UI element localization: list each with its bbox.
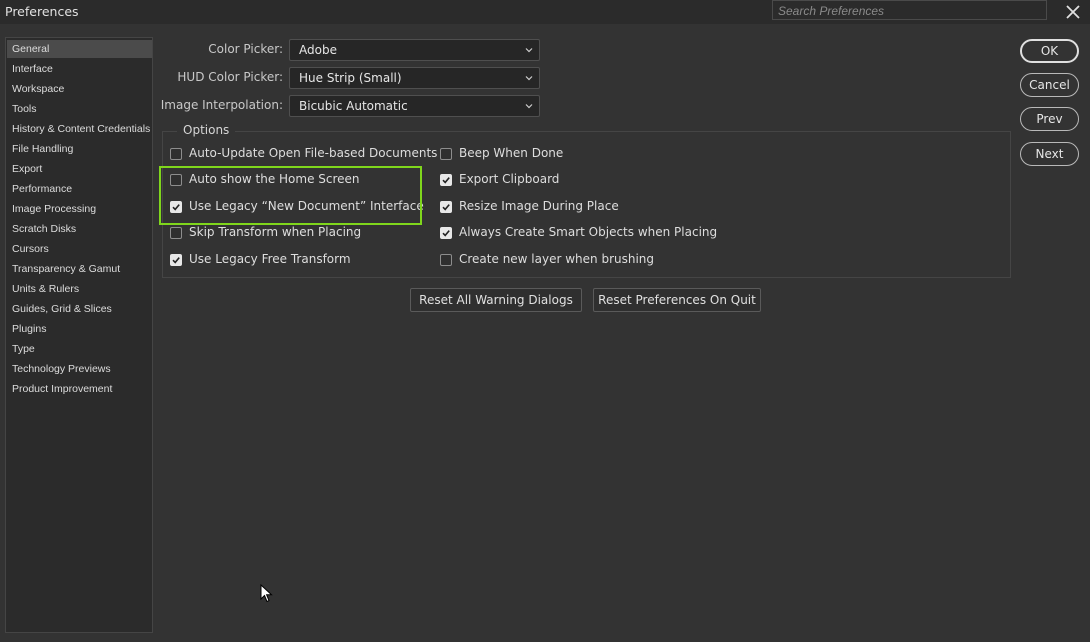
sidebar-item-tools[interactable]: Tools	[7, 100, 152, 118]
sidebar-item-transparency[interactable]: Transparency & Gamut	[7, 260, 152, 278]
color-picker-label: Color Picker:	[208, 42, 283, 56]
sidebar-item-export[interactable]: Export	[7, 160, 152, 178]
mouse-cursor-icon	[260, 584, 273, 603]
beep-when-done-checkbox[interactable]	[440, 148, 452, 160]
resize-image-label: Resize Image During Place	[459, 199, 619, 213]
window-title: Preferences	[5, 4, 79, 19]
new-layer-brushing-checkbox[interactable]	[440, 254, 452, 266]
close-icon[interactable]	[1064, 3, 1082, 21]
chevron-down-icon	[525, 48, 533, 53]
resize-image-checkbox[interactable]	[440, 201, 452, 213]
reset-warning-dialogs-button[interactable]: Reset All Warning Dialogs	[410, 288, 582, 312]
image-interpolation-select[interactable]: Bicubic Automatic	[289, 95, 540, 117]
export-clipboard-checkbox[interactable]	[440, 174, 452, 186]
color-picker-select[interactable]: Adobe	[289, 39, 540, 61]
reset-preferences-button[interactable]: Reset Preferences On Quit	[593, 288, 761, 312]
chevron-down-icon	[525, 76, 533, 81]
ok-button[interactable]: OK	[1020, 39, 1079, 63]
sidebar-item-workspace[interactable]: Workspace	[7, 80, 152, 98]
legacy-free-transform-checkbox[interactable]	[170, 254, 182, 266]
sidebar-item-performance[interactable]: Performance	[7, 180, 152, 198]
sidebar-item-interface[interactable]: Interface	[7, 60, 152, 78]
highlight-box	[159, 166, 422, 225]
sidebar-item-units-rulers[interactable]: Units & Rulers	[7, 280, 152, 298]
image-interpolation-value: Bicubic Automatic	[299, 99, 408, 113]
skip-transform-checkbox[interactable]	[170, 227, 182, 239]
beep-when-done-label: Beep When Done	[459, 146, 564, 160]
sidebar-item-type[interactable]: Type	[7, 340, 152, 358]
sidebar: General Interface Workspace Tools Histor…	[5, 37, 153, 633]
legacy-free-transform-label: Use Legacy Free Transform	[189, 252, 351, 266]
auto-update-label: Auto-Update Open File-based Documents	[189, 146, 438, 160]
smart-objects-checkbox[interactable]	[440, 227, 452, 239]
chevron-down-icon	[525, 104, 533, 109]
checkmark-icon	[172, 257, 180, 264]
color-picker-value: Adobe	[299, 43, 337, 57]
new-layer-brushing-label: Create new layer when brushing	[459, 252, 655, 266]
cancel-button[interactable]: Cancel	[1020, 73, 1079, 97]
auto-update-checkbox[interactable]	[170, 148, 182, 160]
checkmark-icon	[442, 177, 450, 184]
hud-color-picker-select[interactable]: Hue Strip (Small)	[289, 67, 540, 89]
sidebar-item-scratch-disks[interactable]: Scratch Disks	[7, 220, 152, 238]
sidebar-item-history[interactable]: History & Content Credentials	[7, 120, 152, 138]
export-clipboard-label: Export Clipboard	[459, 172, 560, 186]
smart-objects-label: Always Create Smart Objects when Placing	[459, 225, 718, 239]
hud-color-picker-label: HUD Color Picker:	[177, 70, 283, 84]
sidebar-item-guides[interactable]: Guides, Grid & Slices	[7, 300, 152, 318]
hud-color-picker-value: Hue Strip (Small)	[299, 71, 402, 85]
sidebar-item-cursors[interactable]: Cursors	[7, 240, 152, 258]
prev-button[interactable]: Prev	[1020, 107, 1079, 131]
sidebar-item-image-processing[interactable]: Image Processing	[7, 200, 152, 218]
sidebar-item-general[interactable]: General	[7, 40, 152, 58]
image-interpolation-label: Image Interpolation:	[160, 98, 283, 112]
skip-transform-label: Skip Transform when Placing	[189, 225, 362, 239]
checkmark-icon	[442, 230, 450, 237]
next-button[interactable]: Next	[1020, 142, 1079, 166]
sidebar-item-product-improvement[interactable]: Product Improvement	[7, 380, 152, 398]
options-title: Options	[177, 123, 236, 137]
sidebar-item-technology-previews[interactable]: Technology Previews	[7, 360, 152, 378]
sidebar-item-plugins[interactable]: Plugins	[7, 320, 152, 338]
checkmark-icon	[442, 204, 450, 211]
search-input[interactable]	[772, 0, 1047, 20]
sidebar-item-file-handling[interactable]: File Handling	[7, 140, 152, 158]
